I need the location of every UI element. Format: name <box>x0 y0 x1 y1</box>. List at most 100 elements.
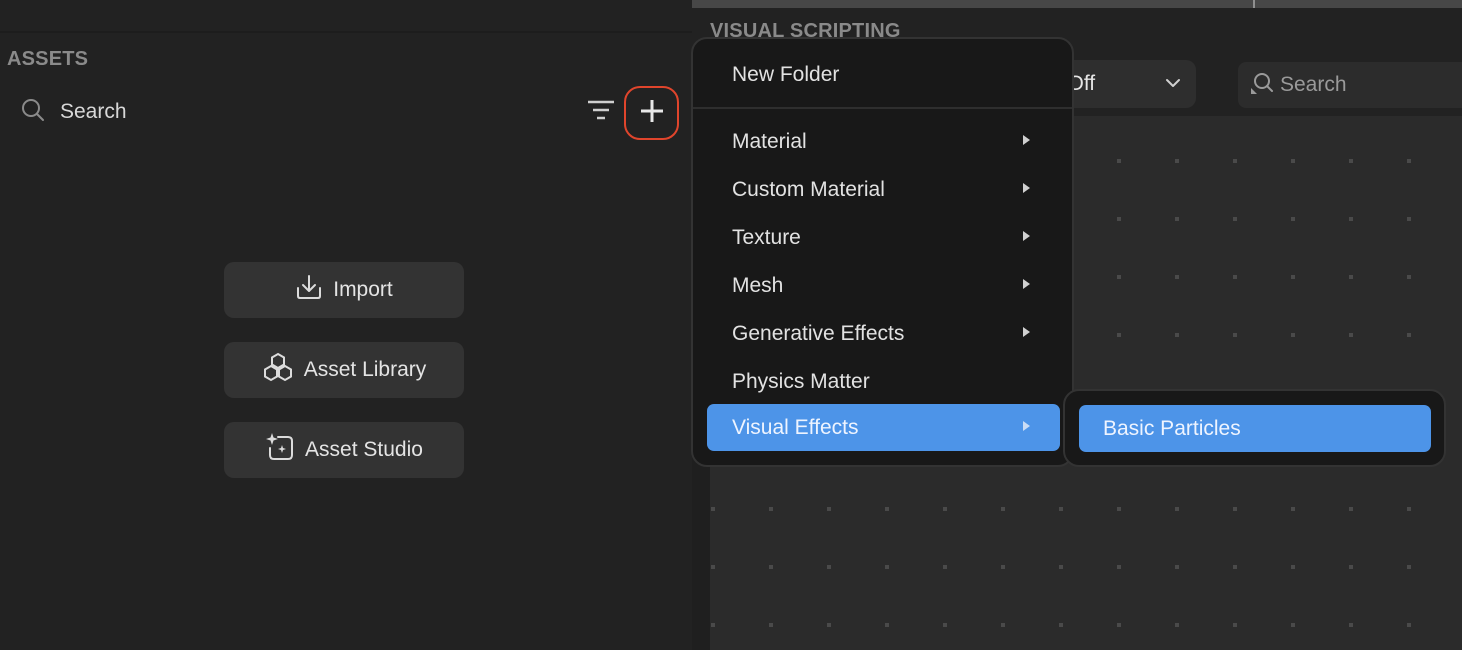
menu-item-label: Generative Effects <box>732 321 905 345</box>
grid-dot <box>1349 507 1353 511</box>
grid-dot <box>1291 275 1295 279</box>
menu-item-mesh[interactable]: Mesh <box>707 262 1060 309</box>
grid-dot <box>1117 333 1121 337</box>
grid-dot <box>1407 159 1411 163</box>
top-strip <box>692 0 1462 8</box>
create-asset-menu: New Folder Material Custom Material Text… <box>691 37 1074 467</box>
menu-item-material[interactable]: Material <box>707 118 1060 165</box>
grid-dot <box>1291 565 1295 569</box>
menu-item-texture[interactable]: Texture <box>707 214 1060 261</box>
menu-item-new-folder[interactable]: New Folder <box>707 51 1060 98</box>
top-strip-separator <box>1253 0 1255 8</box>
menu-item-custom-material[interactable]: Custom Material <box>707 166 1060 213</box>
visual-scripting-search[interactable]: Search <box>1238 62 1462 108</box>
menu-item-label: Texture <box>732 225 801 249</box>
grid-dot <box>1407 507 1411 511</box>
assets-top-bar <box>0 0 692 33</box>
grid-dot <box>1001 507 1005 511</box>
search-icon <box>1250 71 1274 100</box>
import-label: Import <box>333 278 393 301</box>
grid-dot <box>1349 217 1353 221</box>
submenu-arrow-icon <box>1023 135 1030 145</box>
grid-dot <box>1291 159 1295 163</box>
grid-dot <box>1117 275 1121 279</box>
submenu-item-label: Basic Particles <box>1103 416 1241 440</box>
grid-dot <box>1059 565 1063 569</box>
grid-dot <box>1233 275 1237 279</box>
grid-dot <box>769 623 773 627</box>
filter-button[interactable] <box>584 96 618 128</box>
grid-dot <box>885 623 889 627</box>
menu-item-label: Visual Effects <box>732 415 859 439</box>
grid-dot <box>943 507 947 511</box>
grid-dot <box>1233 333 1237 337</box>
assets-title: ASSETS <box>7 48 89 70</box>
menu-item-label: Material <box>732 129 807 153</box>
grid-dot <box>1059 507 1063 511</box>
grid-dot <box>885 507 889 511</box>
grid-dot <box>1349 565 1353 569</box>
submenu-arrow-icon <box>1023 327 1030 337</box>
search-placeholder: Search <box>1280 73 1347 96</box>
grid-dot <box>1407 623 1411 627</box>
grid-dot <box>1407 217 1411 221</box>
menu-item-label: New Folder <box>732 62 840 86</box>
menu-divider <box>693 107 1072 109</box>
grid-dot <box>1233 217 1237 221</box>
grid-dot <box>1175 159 1179 163</box>
assets-search[interactable]: Search <box>20 96 127 128</box>
submenu-item-basic-particles[interactable]: Basic Particles <box>1079 405 1431 452</box>
menu-item-generative-effects[interactable]: Generative Effects <box>707 310 1060 357</box>
grid-dot <box>1233 159 1237 163</box>
grid-dot <box>1291 507 1295 511</box>
grid-dot <box>1291 333 1295 337</box>
filter-icon <box>586 98 616 127</box>
menu-item-physics-matter[interactable]: Physics Matter <box>707 358 1060 405</box>
assets-search-label[interactable]: Search <box>60 100 127 124</box>
grid-dot <box>1117 217 1121 221</box>
grid-dot <box>1349 159 1353 163</box>
grid-dot <box>827 623 831 627</box>
menu-item-visual-effects[interactable]: Visual Effects <box>707 404 1060 451</box>
add-asset-button[interactable] <box>624 86 679 140</box>
grid-dot <box>769 507 773 511</box>
hexagons-icon <box>262 352 294 388</box>
grid-dot <box>1117 507 1121 511</box>
grid-dot <box>1349 275 1353 279</box>
submenu-arrow-icon <box>1023 231 1030 241</box>
asset-library-label: Asset Library <box>303 358 427 381</box>
download-icon <box>295 273 323 307</box>
grid-dot <box>1175 275 1179 279</box>
import-button[interactable]: Import <box>224 262 464 318</box>
grid-dot <box>1175 333 1179 337</box>
grid-dot <box>1117 623 1121 627</box>
grid-dot <box>1407 333 1411 337</box>
grid-dot <box>827 565 831 569</box>
grid-dot <box>1001 623 1005 627</box>
grid-dot <box>1001 565 1005 569</box>
grid-dot <box>1407 565 1411 569</box>
grid-dot <box>1291 623 1295 627</box>
grid-dot <box>943 565 947 569</box>
grid-dot <box>943 623 947 627</box>
submenu-arrow-icon <box>1023 421 1030 431</box>
grid-dot <box>1233 565 1237 569</box>
visual-effects-submenu: Basic Particles <box>1063 389 1446 467</box>
grid-dot <box>1407 275 1411 279</box>
grid-dot <box>1233 623 1237 627</box>
grid-dot <box>885 565 889 569</box>
grid-dot <box>1175 623 1179 627</box>
plus-icon <box>639 98 665 129</box>
grid-dot <box>1059 623 1063 627</box>
grid-dot <box>1175 565 1179 569</box>
grid-dot <box>1117 159 1121 163</box>
grid-dot <box>1175 507 1179 511</box>
menu-item-label: Mesh <box>732 273 784 297</box>
asset-studio-button[interactable]: Asset Studio <box>224 422 464 478</box>
grid-dot <box>1175 217 1179 221</box>
grid-dot <box>1117 565 1121 569</box>
menu-item-label: Physics Matter <box>732 369 870 393</box>
asset-library-button[interactable]: Asset Library <box>224 342 464 398</box>
submenu-arrow-icon <box>1023 183 1030 193</box>
asset-studio-label: Asset Studio <box>305 438 423 461</box>
